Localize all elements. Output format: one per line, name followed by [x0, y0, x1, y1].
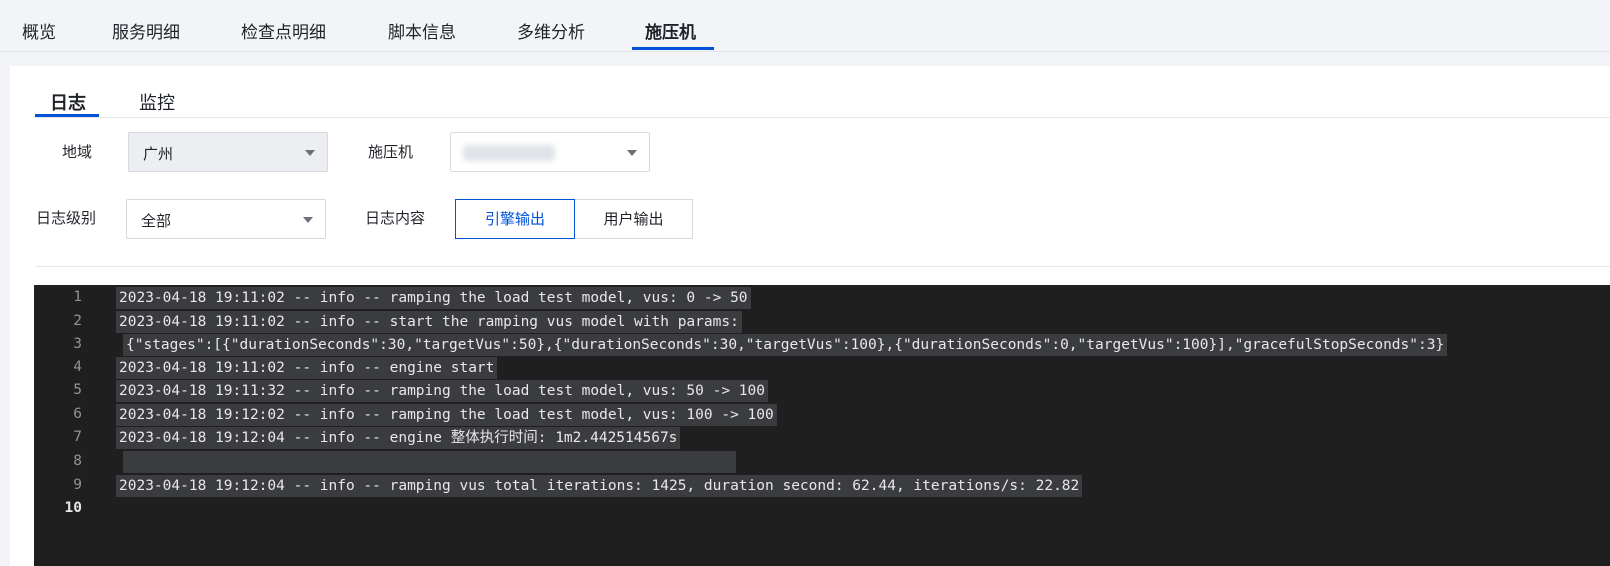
subtab-monitoring[interactable]: 监控	[139, 89, 175, 115]
line-number: 7	[73, 429, 82, 445]
log-text: 2023-04-18 19:11:02 -- info -- engine st…	[116, 357, 498, 379]
log-text	[123, 451, 736, 473]
log-text: 2023-04-18 19:11:02 -- info -- start the…	[116, 311, 742, 333]
log-level-select-value: 全部	[141, 212, 172, 230]
user-output-button[interactable]: 用户输出	[574, 199, 693, 239]
tab-load-generator[interactable]: 施压机	[645, 18, 696, 43]
tab-checkpoint-detail[interactable]: 检查点明细	[241, 18, 326, 43]
log-line: 1 2023-04-18 19:11:02 -- info -- ramping…	[34, 287, 1610, 309]
log-line: 7 2023-04-18 19:12:04 -- info -- engine …	[34, 427, 1610, 449]
line-number: 9	[73, 477, 82, 493]
log-text: {"stages":[{"durationSeconds":30,"target…	[123, 334, 1448, 356]
line-number: 5	[73, 382, 82, 398]
tab-multi-dimensional-analysis[interactable]: 多维分析	[517, 18, 585, 43]
subtab-logs[interactable]: 日志	[50, 89, 86, 115]
line-number: 6	[73, 406, 82, 422]
log-level-select[interactable]: 全部	[126, 199, 326, 239]
log-level-label: 日志级别	[36, 209, 97, 227]
tab-script-info[interactable]: 脚本信息	[388, 18, 456, 43]
engine-output-button[interactable]: 引擎输出	[455, 199, 575, 239]
load-generator-label: 施压机	[368, 143, 414, 161]
region-select-value: 广州	[143, 145, 174, 163]
line-number: 1	[73, 289, 82, 305]
log-line: 9 2023-04-18 19:12:04 -- info -- ramping…	[34, 475, 1610, 497]
log-line: 8	[34, 451, 1610, 473]
filter-divider	[35, 266, 1610, 267]
chevron-down-icon	[305, 150, 315, 156]
load-generator-select[interactable]	[450, 132, 650, 172]
load-generator-value-redacted	[463, 145, 555, 161]
active-tab-indicator	[632, 47, 714, 50]
log-viewer[interactable]: 1 2023-04-18 19:11:02 -- info -- ramping…	[34, 285, 1610, 566]
log-line: 4 2023-04-18 19:11:02 -- info -- engine …	[34, 357, 1610, 379]
region-select[interactable]: 广州	[128, 132, 328, 172]
line-number: 8	[73, 453, 82, 469]
line-number: 3	[73, 336, 82, 352]
log-text: 2023-04-18 19:11:32 -- info -- ramping t…	[116, 380, 769, 402]
region-label: 地域	[62, 143, 93, 161]
tab-overview[interactable]: 概览	[22, 18, 56, 43]
top-tab-bar: 概览 服务明细 检查点明细 脚本信息 多维分析 施压机	[0, 0, 1610, 52]
log-text: 2023-04-18 19:11:02 -- info -- ramping t…	[116, 287, 751, 309]
chevron-down-icon	[303, 217, 313, 223]
line-number: 4	[73, 359, 82, 375]
log-content-label: 日志内容	[365, 209, 426, 227]
log-text: 2023-04-18 19:12:04 -- info -- ramping v…	[116, 475, 1083, 497]
log-line: 3 {"stages":[{"durationSeconds":30,"targ…	[34, 334, 1610, 356]
log-line: 10	[34, 498, 1610, 520]
log-line: 6 2023-04-18 19:12:02 -- info -- ramping…	[34, 404, 1610, 426]
log-line: 2 2023-04-18 19:11:02 -- info -- start t…	[34, 311, 1610, 333]
line-number: 2	[73, 313, 82, 329]
log-text: 2023-04-18 19:12:02 -- info -- ramping t…	[116, 404, 777, 426]
line-number: 10	[64, 500, 82, 516]
tab-service-detail[interactable]: 服务明细	[112, 18, 180, 43]
chevron-down-icon	[627, 150, 637, 156]
log-line: 5 2023-04-18 19:11:32 -- info -- ramping…	[34, 380, 1610, 402]
log-text: 2023-04-18 19:12:04 -- info -- engine 整体…	[116, 427, 681, 449]
load-generator-panel: 日志 监控 地域 广州 施压机 日志级别 全部 日志内容 引擎输出 用户输出 1…	[10, 66, 1610, 566]
subtab-divider	[35, 117, 1610, 118]
